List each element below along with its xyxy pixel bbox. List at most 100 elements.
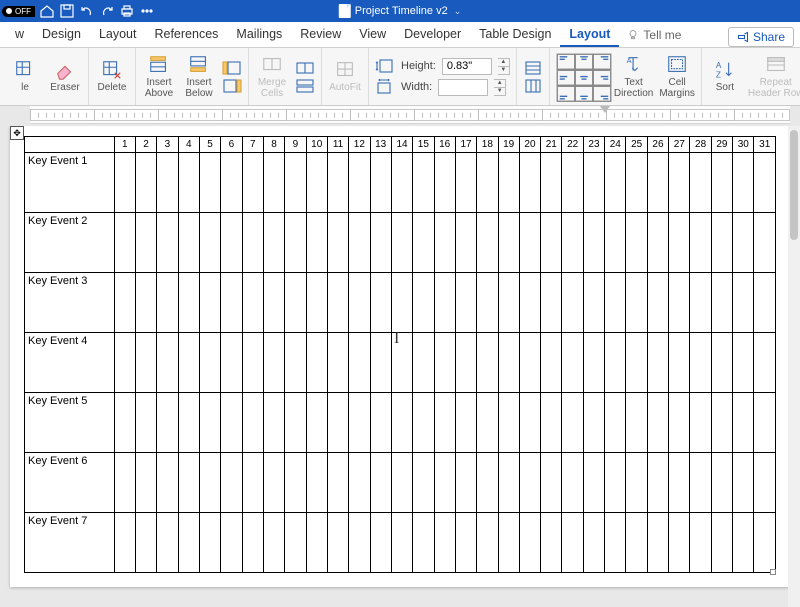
row-label[interactable]: Key Event 7 [25,513,115,573]
table-row[interactable]: Key Event 3 [25,273,776,333]
cell[interactable] [626,273,647,333]
cell[interactable] [349,213,370,273]
cell[interactable] [690,333,711,393]
cell[interactable] [157,333,178,393]
cell[interactable] [477,453,498,513]
cell[interactable] [221,213,242,273]
cell[interactable] [157,453,178,513]
cell[interactable] [285,513,306,573]
cell[interactable] [370,273,391,333]
cell[interactable] [391,513,412,573]
home-icon[interactable] [39,3,55,19]
cell[interactable] [583,153,604,213]
cell[interactable] [349,153,370,213]
cell[interactable] [199,213,220,273]
cell[interactable] [562,273,583,333]
cell[interactable] [711,153,732,213]
header-day[interactable]: 3 [157,137,178,153]
cell[interactable] [221,333,242,393]
cell[interactable] [669,393,690,453]
cell[interactable] [349,333,370,393]
cell[interactable] [711,333,732,393]
document-title[interactable]: Project Timeline v2 ⌄ [339,4,461,18]
cell[interactable] [263,273,284,333]
cell[interactable] [242,393,263,453]
align-mc[interactable] [574,70,594,86]
cell[interactable] [114,513,135,573]
cell[interactable] [541,513,562,573]
cell[interactable] [306,153,327,213]
align-mr[interactable] [592,70,612,86]
cell[interactable] [199,333,220,393]
header-day[interactable]: 5 [199,137,220,153]
cell[interactable] [669,213,690,273]
cell[interactable] [541,393,562,453]
cell[interactable] [349,393,370,453]
cell[interactable] [135,273,156,333]
header-day[interactable]: 24 [605,137,626,153]
cell[interactable] [562,153,583,213]
cell[interactable] [285,333,306,393]
tab-layout[interactable]: Layout [90,22,146,47]
cell[interactable] [434,393,455,453]
cell[interactable] [199,393,220,453]
cell[interactable] [519,153,540,213]
cell[interactable] [583,513,604,573]
cell[interactable] [178,153,199,213]
cell[interactable] [114,273,135,333]
cell[interactable] [733,393,754,453]
header-day[interactable]: 16 [434,137,455,153]
header-corner[interactable] [25,137,115,153]
cell[interactable] [114,393,135,453]
horizontal-ruler[interactable] [30,106,790,124]
cell[interactable] [519,393,540,453]
header-day[interactable]: 21 [541,137,562,153]
merge-cells-button[interactable]: Merge Cells [255,54,289,99]
text-direction-button[interactable]: A Text Direction [614,54,653,99]
cell[interactable] [455,273,476,333]
cell[interactable] [221,513,242,573]
header-day[interactable]: 17 [455,137,476,153]
vertical-scrollbar[interactable] [788,126,800,607]
align-ml[interactable] [556,70,576,86]
cell[interactable] [690,213,711,273]
header-day[interactable]: 7 [242,137,263,153]
distribute-cols-icon[interactable] [523,78,543,94]
print-icon[interactable] [119,3,135,19]
cell[interactable] [562,213,583,273]
table-row[interactable]: Key Event 1 [25,153,776,213]
tab-view[interactable]: View [350,22,395,47]
table-row[interactable]: Key Event 5 [25,393,776,453]
cell[interactable] [242,513,263,573]
cell[interactable] [263,393,284,453]
cell[interactable] [541,273,562,333]
cell[interactable] [626,453,647,513]
cell[interactable] [413,153,434,213]
cell[interactable] [327,333,348,393]
cell[interactable] [135,513,156,573]
cell[interactable] [178,273,199,333]
header-day[interactable]: 14 [391,137,412,153]
scrollbar-thumb[interactable] [790,130,798,240]
cell[interactable] [455,453,476,513]
split-table-icon[interactable] [295,78,315,94]
table-row[interactable]: Key Event 2 [25,213,776,273]
cell[interactable] [647,453,668,513]
cell[interactable] [157,513,178,573]
cell[interactable] [413,333,434,393]
cell[interactable] [690,153,711,213]
tab-references[interactable]: References [145,22,227,47]
cell[interactable] [519,453,540,513]
row-label[interactable]: Key Event 2 [25,213,115,273]
cell[interactable] [711,273,732,333]
cell[interactable] [370,453,391,513]
cell[interactable] [562,393,583,453]
cell[interactable] [626,153,647,213]
cell[interactable] [327,273,348,333]
cell[interactable] [221,153,242,213]
cell[interactable] [114,153,135,213]
cell[interactable] [583,273,604,333]
cell[interactable] [626,513,647,573]
cell[interactable] [626,333,647,393]
cell[interactable] [135,393,156,453]
